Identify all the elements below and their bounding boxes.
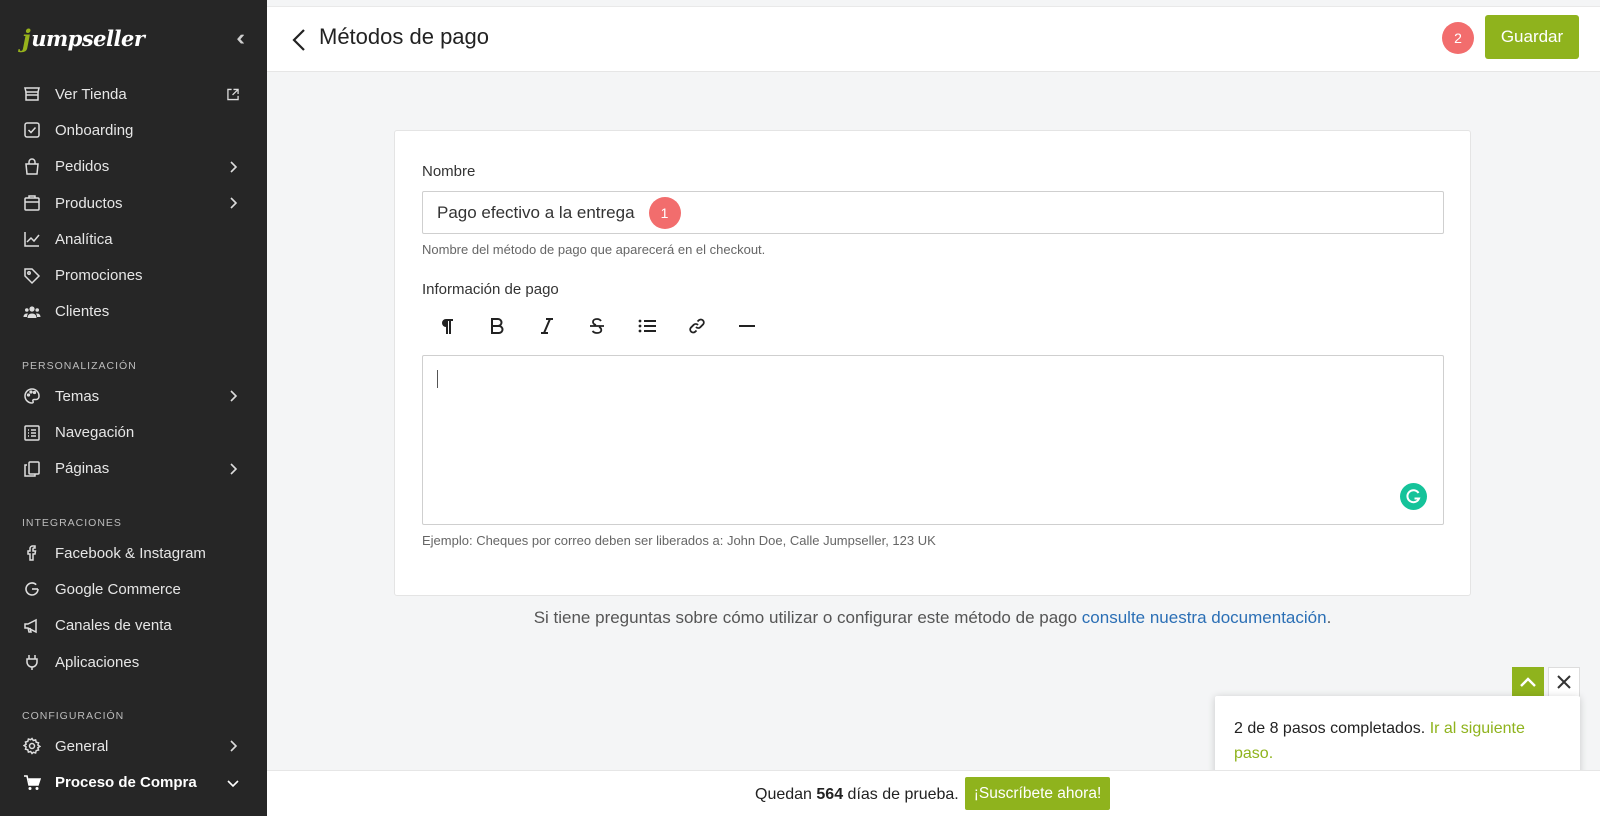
link-icon[interactable] xyxy=(672,311,722,341)
sidebar-item-promociones[interactable]: Promociones xyxy=(0,257,267,293)
page-title: Métodos de pago xyxy=(319,24,490,49)
trial-suffix: días de prueba. xyxy=(843,786,959,803)
palette-icon xyxy=(22,386,42,406)
sidebar-item-aplicaciones[interactable]: Aplicaciones xyxy=(0,644,267,680)
trial-prefix: Quedan xyxy=(755,786,817,803)
strikethrough-icon[interactable] xyxy=(572,311,622,341)
external-link-icon xyxy=(227,88,239,101)
sidebar-item-proceso-compra[interactable]: Proceso de Compra xyxy=(0,764,267,800)
collapse-sidebar-icon[interactable]: ‹‹ xyxy=(236,25,244,51)
payment-info-editor[interactable] xyxy=(422,355,1444,525)
sidebar: j umpseller ‹‹ Ver Tienda Onboarding Pedi… xyxy=(0,0,267,816)
pages-icon xyxy=(22,459,42,479)
jumpseller-logo[interactable]: j umpseller xyxy=(22,24,145,53)
sidebar-item-clientes[interactable]: Clientes xyxy=(0,294,267,330)
name-input[interactable]: Pago efectivo a la entrega 1 xyxy=(422,191,1444,234)
back-arrow-icon[interactable] xyxy=(289,27,311,53)
shopping-bag-icon xyxy=(22,157,42,177)
onboarding-status: 2 de 8 pasos completados. xyxy=(1234,720,1430,737)
section-configuracion: CONFIGURACIÓN xyxy=(22,710,125,723)
trial-text: Quedan 564 días de prueba. xyxy=(755,786,959,804)
step-badge-2: 2 xyxy=(1442,22,1474,54)
name-help-text: Nombre del método de pago que aparecerá … xyxy=(422,242,766,257)
subscribe-button[interactable]: ¡Suscríbete ahora! xyxy=(965,777,1110,810)
sidebar-item-productos[interactable]: Productos xyxy=(0,185,267,221)
name-input-value: Pago efectivo a la entrega xyxy=(437,202,635,222)
italic-icon[interactable] xyxy=(522,311,572,341)
box-icon xyxy=(22,193,42,213)
page-header: Métodos de pago 2 Guardar xyxy=(267,6,1600,72)
sidebar-item-ver-tienda[interactable]: Ver Tienda xyxy=(0,76,267,112)
save-button[interactable]: Guardar xyxy=(1485,15,1579,59)
sidebar-item-pedidos[interactable]: Pedidos xyxy=(0,149,267,185)
sidebar-item-general[interactable]: General xyxy=(0,728,267,764)
sidebar-item-canales-venta[interactable]: Canales de venta xyxy=(0,608,267,644)
trial-days: 564 xyxy=(816,786,844,803)
sidebar-header: j umpseller ‹‹ xyxy=(0,0,267,76)
sidebar-item-facebook-instagram[interactable]: Facebook & Instagram xyxy=(0,535,267,571)
expand-onboarding-icon[interactable] xyxy=(1512,667,1544,697)
payment-info-help-text: Ejemplo: Cheques por correo deben ser li… xyxy=(422,533,936,548)
tag-icon xyxy=(22,266,42,286)
documentation-note-text: Si tiene preguntas sobre cómo utilizar o… xyxy=(533,608,1082,627)
facebook-icon xyxy=(22,543,42,563)
megaphone-icon xyxy=(22,616,42,636)
bullet-list-icon[interactable] xyxy=(622,311,672,341)
close-onboarding-icon[interactable] xyxy=(1548,667,1580,697)
logo-text: umpseller xyxy=(31,25,145,51)
paragraph-icon[interactable] xyxy=(422,311,472,341)
section-integraciones: INTEGRACIONES xyxy=(22,516,122,529)
chevron-right-icon xyxy=(227,463,239,475)
sidebar-item-temas[interactable]: Temas xyxy=(0,378,267,414)
store-icon xyxy=(22,84,42,104)
editor-toolbar xyxy=(422,311,772,341)
bold-icon[interactable] xyxy=(472,311,522,341)
trial-footer: Quedan 564 días de prueba. ¡Suscríbete a… xyxy=(267,770,1600,816)
horizontal-rule-icon[interactable] xyxy=(722,311,772,341)
sidebar-item-paginas[interactable]: Páginas xyxy=(0,451,267,487)
onboarding-text: 2 de 8 pasos completados. Ir al siguient… xyxy=(1234,716,1564,766)
chart-icon xyxy=(22,229,42,249)
chevron-right-icon xyxy=(227,390,239,402)
documentation-link[interactable]: consulte nuestra documentación xyxy=(1082,608,1327,627)
sidebar-item-onboarding[interactable]: Onboarding xyxy=(0,112,267,148)
google-icon xyxy=(22,579,42,599)
chevron-right-icon xyxy=(227,161,239,173)
documentation-note-end: . xyxy=(1326,608,1332,627)
list-icon xyxy=(22,423,42,443)
sidebar-item-analitica[interactable]: Analítica xyxy=(0,221,267,257)
users-icon xyxy=(22,302,42,322)
payment-method-form: Nombre Pago efectivo a la entrega 1 Nomb… xyxy=(394,130,1471,596)
text-cursor xyxy=(437,370,438,388)
chevron-down-icon xyxy=(227,777,239,789)
payment-info-label: Información de pago xyxy=(422,281,559,298)
gear-icon xyxy=(22,736,42,756)
chevron-right-icon xyxy=(227,740,239,752)
plug-icon xyxy=(22,652,42,672)
sidebar-item-google-commerce[interactable]: Google Commerce xyxy=(0,571,267,607)
checkbox-icon xyxy=(22,120,42,140)
documentation-note: Si tiene preguntas sobre cómo utilizar o… xyxy=(394,608,1471,628)
chevron-right-icon xyxy=(227,197,239,209)
grammarly-icon[interactable] xyxy=(1400,483,1427,510)
step-badge-1: 1 xyxy=(648,196,681,229)
name-label: Nombre xyxy=(422,163,476,180)
section-personalizacion: PERSONALIZACIÓN xyxy=(22,360,137,373)
sidebar-item-navegacion[interactable]: Navegación xyxy=(0,414,267,450)
cart-icon xyxy=(22,773,42,793)
